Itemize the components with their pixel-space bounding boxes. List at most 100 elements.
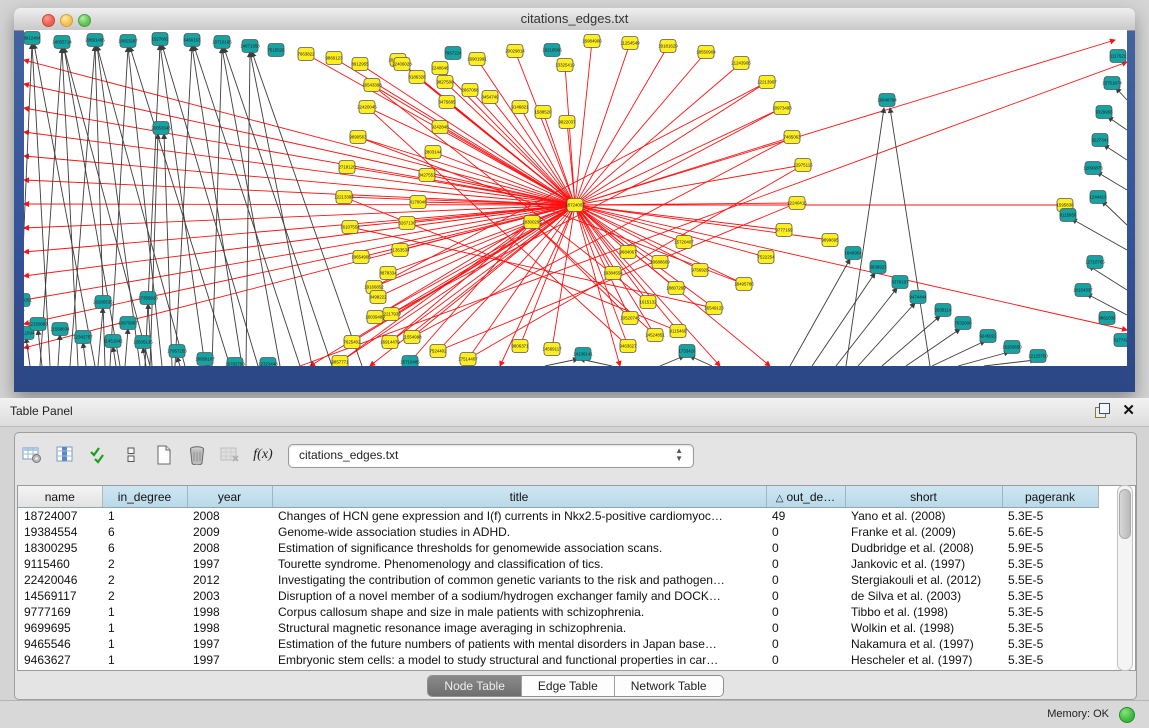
graph-node[interactable]: 14055714 <box>52 36 72 49</box>
table-selector-combobox[interactable]: citations_edges.txt ▲▼ <box>288 444 694 468</box>
graph-node[interactable]: 12156883 <box>28 318 48 331</box>
graph-node[interactable]: 11554998 <box>402 331 422 344</box>
graph-node[interactable]: 9245022 <box>979 330 997 343</box>
graph-node[interactable]: 18300295 <box>522 216 542 229</box>
table-row[interactable]: 946554611997Estimation of the future num… <box>18 636 1098 652</box>
tab-network-table[interactable]: Network Table <box>615 676 723 696</box>
graph-node[interactable]: 9857771 <box>331 356 349 367</box>
graph-node[interactable]: 20029814 <box>505 45 525 58</box>
graph-node[interactable]: 7522254 <box>757 251 775 264</box>
graph-node[interactable]: 14136141 <box>573 348 593 361</box>
network-canvas[interactable]: 8912404140557142069140610653287152760264… <box>24 30 1127 366</box>
graph-node[interactable]: 4170046 <box>409 196 427 209</box>
graph-node[interactable]: 18807299 <box>666 282 686 295</box>
graph-node[interactable]: 10653287 <box>118 35 138 48</box>
column-header-in_degree[interactable]: in_degree <box>102 486 187 508</box>
table-row[interactable]: 977716911998Corpus callosum shape and si… <box>18 604 1098 620</box>
graph-node[interactable]: 16984906 <box>582 35 602 48</box>
graph-node[interactable]: 9899695 <box>821 234 839 247</box>
graph-node[interactable]: 6466163 <box>183 34 201 47</box>
graph-node[interactable]: 11451942 <box>103 335 123 348</box>
graph-node[interactable]: 20206536 <box>93 296 113 309</box>
graph-node[interactable]: 2240648 <box>431 62 449 75</box>
table-row[interactable]: 1938455462009Genome-wide association stu… <box>18 524 1098 540</box>
graph-node[interactable]: 1527602 <box>151 33 169 46</box>
graph-node[interactable]: 1244413 <box>1089 191 1107 204</box>
graph-node[interactable]: 9242848 <box>431 121 449 134</box>
graph-node[interactable]: 6177428 <box>1113 334 1127 347</box>
table-vertical-scrollbar[interactable] <box>1117 485 1133 671</box>
graph-node[interactable]: 10164337 <box>1073 284 1093 297</box>
graph-node[interactable]: 17514407 <box>458 353 478 366</box>
table-row[interactable]: 946362711997Embryonic stem cells: a mode… <box>18 652 1098 668</box>
graph-node[interactable]: 16648784 <box>877 94 897 107</box>
table-row[interactable]: 911546021997Tourette syndrome. Phenomeno… <box>18 556 1098 572</box>
graph-node[interactable]: 10520746 <box>620 312 640 325</box>
graph-node[interactable]: 8498222 <box>369 291 387 304</box>
memory-status-indicator[interactable] <box>1119 707 1135 723</box>
graph-node[interactable]: 9777169 <box>775 224 793 237</box>
network-window-titlebar[interactable]: citations_edges.txt <box>14 8 1135 31</box>
graph-node[interactable]: 7524402 <box>429 345 447 358</box>
graph-node[interactable]: 2667068 <box>461 84 479 97</box>
graph-node[interactable]: 20053346 <box>151 122 171 135</box>
table-column-settings-icon[interactable] <box>21 444 43 466</box>
graph-node[interactable]: 16543398 <box>362 79 382 92</box>
graph-node[interactable]: 11254549 <box>620 37 640 50</box>
graph-node[interactable]: 19384554 <box>603 267 623 280</box>
graph-node[interactable]: 13505135 <box>133 336 153 349</box>
graph-node[interactable]: 15716485 <box>400 356 420 367</box>
column-header-title[interactable]: title <box>272 486 766 508</box>
trash-icon[interactable] <box>186 444 208 466</box>
graph-node[interactable]: 16203650 <box>1002 341 1022 354</box>
graph-node[interactable]: 7957224 <box>444 47 462 60</box>
graph-node[interactable]: 17957253 <box>167 345 187 358</box>
graph-node[interactable]: 9806371 <box>511 340 529 353</box>
function-builder-button[interactable]: f(x) <box>252 444 274 466</box>
graph-node[interactable]: 1840954 <box>844 247 862 260</box>
show-column-icon[interactable] <box>54 444 76 466</box>
graph-node[interactable]: 10688609 <box>650 256 670 269</box>
graph-node[interactable]: 14569117 <box>542 343 562 356</box>
graph-node[interactable]: 1588520 <box>534 106 552 119</box>
graph-node[interactable]: 7485063 <box>783 131 801 144</box>
graph-node[interactable]: 9474444 <box>909 291 927 304</box>
graph-node[interactable]: 16782759 <box>225 358 245 367</box>
graph-node[interactable]: 9827508 <box>436 76 454 89</box>
graph-node[interactable]: 19181629 <box>658 40 678 53</box>
graph-node[interactable]: 12975115 <box>793 159 813 172</box>
graph-node[interactable]: 16958107 <box>195 353 215 366</box>
column-header-year[interactable]: year <box>187 486 272 508</box>
graph-node[interactable]: 11568834 <box>50 323 70 336</box>
graph-node[interactable]: 12213967 <box>757 76 777 89</box>
graph-node[interactable]: 16901991 <box>467 53 487 66</box>
graph-node[interactable]: 12710765 <box>1085 256 1105 269</box>
graph-node[interactable]: 9822037 <box>558 116 576 129</box>
graph-node[interactable]: 6379197 <box>891 276 909 289</box>
graph-node[interactable]: 10975887 <box>118 317 138 330</box>
table-row[interactable]: 1872400712008Changes of HCN gene express… <box>18 508 1098 525</box>
graph-node[interactable]: 9329966 <box>1095 106 1113 119</box>
graph-node[interactable]: 11353534 <box>390 244 410 257</box>
column-header-short[interactable]: short <box>845 486 1002 508</box>
graph-node[interactable]: 16107554 <box>340 221 360 234</box>
graph-node[interactable]: 18550904 <box>696 46 716 59</box>
graph-node[interactable]: 12240416 <box>787 197 807 210</box>
graph-node[interactable]: 21243906 <box>731 57 751 70</box>
graph-node[interactable]: 2935114 <box>935 304 952 317</box>
graph-node[interactable]: 9227341 <box>1091 134 1109 147</box>
graph-node[interactable]: 8186328 <box>408 71 426 84</box>
graph-node[interactable]: 12093873 <box>1083 162 1103 175</box>
graph-node[interactable]: 8427552 <box>418 169 436 182</box>
graph-node[interactable]: 20691406 <box>85 34 105 47</box>
graph-node[interactable]: 15720407 <box>674 236 694 249</box>
table-row[interactable]: 969969511998Structural magnetic resonanc… <box>18 620 1098 636</box>
graph-node[interactable]: 12125750 <box>1028 350 1048 363</box>
graph-node[interactable]: 9860123 <box>325 52 343 65</box>
graph-node[interactable]: 16039489 <box>365 311 385 324</box>
graph-node[interactable]: 2718120 <box>338 161 356 174</box>
graph-node[interactable]: 7625402 <box>343 336 361 349</box>
graph-node[interactable]: 8878334 <box>379 267 397 280</box>
graph-node[interactable]: 13325419 <box>555 59 575 72</box>
close-panel-icon[interactable]: ✕ <box>1122 403 1135 418</box>
